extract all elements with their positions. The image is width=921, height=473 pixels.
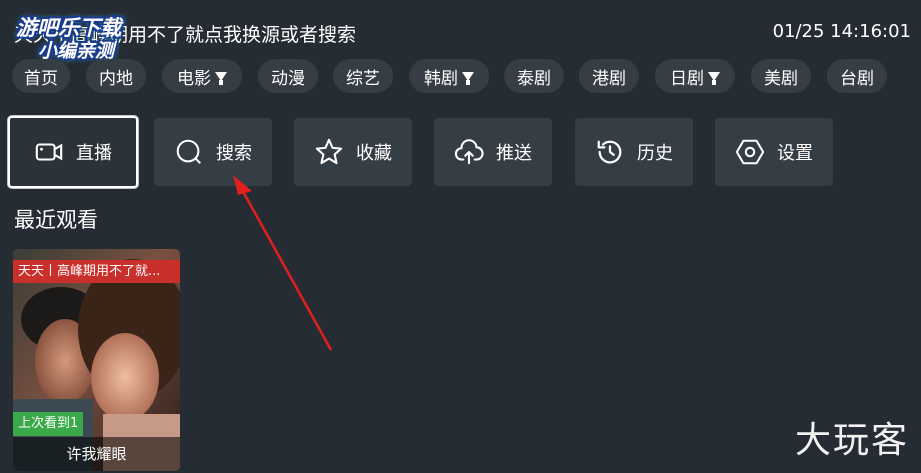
tile-label: 推送: [496, 143, 532, 164]
category-label: 动漫: [271, 68, 305, 89]
star-icon: [315, 138, 343, 165]
category-label: 美剧: [764, 68, 798, 89]
filter-icon: [708, 71, 720, 85]
search-icon: [176, 139, 201, 164]
source-badge: 天天丨高峰期用不了就...: [13, 260, 180, 283]
settings-hexagon-icon: [735, 139, 765, 165]
watermark-logo: 游吧乐下载 小编亲测: [10, 10, 150, 62]
category-mainland[interactable]: 内地: [86, 59, 146, 93]
category-label: 日剧: [670, 68, 704, 89]
category-label: 首页: [24, 68, 58, 89]
category-japanese[interactable]: 日剧: [655, 59, 735, 93]
category-taiwan[interactable]: 台剧: [827, 59, 887, 93]
category-label: 泰剧: [517, 68, 551, 89]
category-home[interactable]: 首页: [12, 59, 70, 93]
tile-label: 直播: [76, 143, 112, 164]
category-movie[interactable]: 电影: [162, 59, 242, 93]
favorites-button[interactable]: 收藏: [294, 118, 412, 186]
category-variety[interactable]: 综艺: [333, 59, 393, 93]
push-button[interactable]: 推送: [434, 118, 552, 186]
category-label: 韩剧: [424, 68, 458, 89]
category-us[interactable]: 美剧: [751, 59, 811, 93]
recent-item-card[interactable]: 天天丨高峰期用不了就... 上次看到1 许我耀眼: [13, 249, 180, 471]
category-anime[interactable]: 动漫: [258, 59, 318, 93]
history-button[interactable]: 历史: [575, 118, 693, 186]
tile-label: 设置: [777, 143, 813, 164]
tile-label: 历史: [637, 143, 673, 164]
cloud-upload-icon: [454, 139, 484, 165]
filter-icon: [462, 71, 474, 85]
recent-item-title: 许我耀眼: [13, 437, 180, 471]
category-label: 综艺: [346, 68, 380, 89]
category-label: 电影: [177, 68, 211, 89]
live-button[interactable]: 直播: [8, 116, 138, 188]
settings-button[interactable]: 设置: [715, 118, 833, 186]
category-thai[interactable]: 泰剧: [504, 59, 564, 93]
filter-icon: [215, 71, 227, 85]
category-label: 港剧: [592, 68, 626, 89]
datetime: 01/25 14:16:01: [772, 21, 911, 42]
site-watermark: 大玩客: [794, 420, 909, 461]
category-korean[interactable]: 韩剧: [409, 59, 489, 93]
tile-label: 收藏: [356, 143, 392, 164]
category-hk[interactable]: 港剧: [579, 59, 639, 93]
search-button[interactable]: 搜索: [154, 118, 272, 186]
category-label: 内地: [99, 68, 133, 89]
tile-label: 搜索: [216, 143, 252, 164]
watch-progress-badge: 上次看到1: [13, 412, 84, 436]
recent-section-title: 最近观看: [14, 208, 98, 232]
video-camera-icon: [35, 143, 63, 161]
history-icon: [597, 140, 622, 164]
category-label: 台剧: [840, 68, 874, 89]
